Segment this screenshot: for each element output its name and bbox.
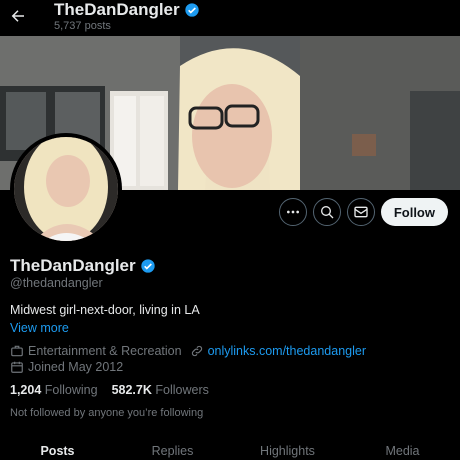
header-name: TheDanDangler [54, 0, 180, 19]
more-dots-icon [286, 210, 299, 214]
followers-count: 582.7K [111, 383, 152, 397]
website-link[interactable]: onlylinks.com/thedandangler [208, 344, 366, 358]
following-label: Following [44, 383, 98, 397]
back-button[interactable] [6, 4, 30, 28]
profile-handle: @thedandangler [10, 276, 103, 290]
search-icon [320, 206, 334, 219]
arrow-left-icon [11, 10, 24, 22]
verified-badge-icon[interactable] [140, 258, 156, 274]
link-icon [191, 345, 202, 357]
tab-replies[interactable]: Replies [115, 444, 230, 460]
following-count: 1,204 [10, 383, 42, 397]
follow-button[interactable]: Follow [380, 198, 448, 226]
tab-media[interactable]: Media [345, 444, 460, 460]
message-button[interactable] [346, 198, 375, 226]
category-label: Entertainment & Recreation [28, 344, 182, 358]
following-stat[interactable]: 1,204 Following [10, 383, 98, 397]
verified-badge-icon [184, 3, 199, 17]
profile-stats: 1,204 Following 582.7K Followers [10, 383, 209, 397]
joined-label: Joined May 2012 [28, 360, 124, 374]
tab-posts[interactable]: Posts [0, 444, 115, 460]
view-more-link[interactable]: View more [10, 321, 69, 335]
header-posts-count: 5,737 posts [54, 20, 111, 32]
mail-icon [354, 206, 368, 218]
top-bar: TheDanDangler 5,737 posts [0, 0, 460, 36]
search-button[interactable] [312, 198, 341, 226]
profile-name: TheDanDangler [10, 256, 156, 276]
avatar[interactable] [10, 133, 122, 245]
category-item: Entertainment & Recreation [10, 344, 182, 358]
profile-display-name: TheDanDangler [10, 256, 136, 275]
profile-actions: Follow [278, 198, 448, 226]
followers-label: Followers [155, 383, 209, 397]
calendar-icon [11, 361, 23, 373]
profile-meta: Entertainment & Recreation onlylinks.com… [10, 344, 374, 358]
profile-tabs: Posts Replies Highlights Media [0, 444, 460, 460]
briefcase-icon [11, 345, 23, 357]
more-button[interactable] [278, 198, 307, 226]
followers-stat[interactable]: 582.7K Followers [112, 383, 209, 397]
profile-bio: Midwest girl-next-door, living in LA [10, 303, 200, 317]
header-title: TheDanDangler [54, 0, 200, 20]
website-item: onlylinks.com/thedandangler [190, 344, 366, 358]
tab-highlights[interactable]: Highlights [230, 444, 345, 460]
not-followed-note: Not followed by anyone you’re following [10, 407, 204, 419]
joined-item: Joined May 2012 [10, 360, 123, 374]
